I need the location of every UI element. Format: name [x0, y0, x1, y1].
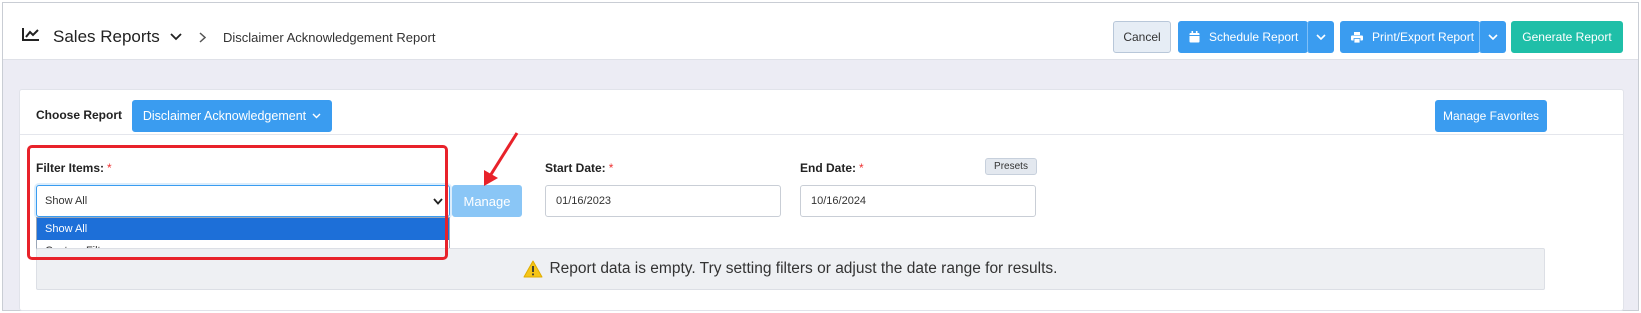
start-date-value: 01/16/2023 — [556, 195, 612, 207]
chevron-down-icon[interactable] — [170, 33, 182, 41]
start-date-label-text: Start Date: — [545, 161, 606, 175]
selected-report-label: Disclaimer Acknowledgement — [142, 109, 307, 123]
manage-filters-label: Manage — [463, 193, 511, 209]
report-panel: Choose Report Disclaimer Acknowledgement… — [19, 89, 1624, 311]
schedule-report-button[interactable]: Schedule Report — [1178, 21, 1308, 53]
end-date-label: End Date: * — [800, 161, 864, 175]
chevron-right-icon — [199, 32, 206, 43]
top-bar: Sales Reports Disclaimer Acknowledgement… — [3, 3, 1638, 60]
panel-divider — [20, 134, 1623, 135]
calendar-icon — [1189, 31, 1200, 43]
filter-option-show-all[interactable]: Show All — [37, 218, 449, 240]
chevron-down-icon — [433, 198, 443, 205]
presets-button[interactable]: Presets — [985, 158, 1037, 175]
manage-favorites-button[interactable]: Manage Favorites — [1435, 100, 1547, 132]
chevron-down-icon — [312, 113, 321, 119]
print-export-report-button[interactable]: Print/Export Report — [1340, 21, 1480, 53]
cancel-button[interactable]: Cancel — [1113, 21, 1171, 53]
chart-line-icon — [22, 28, 39, 41]
manage-filters-button[interactable]: Manage — [452, 185, 522, 217]
start-date-input[interactable]: 01/16/2023 — [545, 185, 781, 217]
chevron-down-icon — [1315, 34, 1326, 40]
chevron-down-icon — [1487, 34, 1498, 40]
end-date-label-text: End Date: — [800, 161, 857, 175]
schedule-report-dropdown-toggle[interactable] — [1307, 21, 1334, 53]
empty-report-message: Report data is empty. Try setting filter… — [549, 260, 1058, 277]
end-date-input[interactable]: 10/16/2024 — [800, 185, 1036, 217]
breadcrumb-current-page: Disclaimer Acknowledgement Report — [223, 30, 436, 45]
filter-items-select[interactable]: Show All — [36, 185, 450, 217]
generate-report-label: Generate Report — [1522, 30, 1612, 44]
generate-report-button[interactable]: Generate Report — [1511, 21, 1623, 53]
print-export-report-label: Print/Export Report — [1372, 30, 1475, 44]
choose-report-label: Choose Report — [36, 108, 123, 122]
required-mark: * — [859, 161, 864, 175]
warning-icon — [523, 260, 543, 278]
required-mark: * — [608, 161, 614, 175]
required-mark: * — [107, 161, 112, 175]
section-title[interactable]: Sales Reports — [53, 27, 160, 47]
choose-report-dropdown[interactable]: Disclaimer Acknowledgement — [132, 100, 332, 132]
app-frame: Sales Reports Disclaimer Acknowledgement… — [2, 2, 1639, 311]
end-date-value: 10/16/2024 — [811, 195, 867, 207]
cancel-button-label: Cancel — [1123, 30, 1161, 44]
filter-items-selected-value: Show All — [45, 195, 88, 207]
filter-items-label: Filter Items: * — [36, 161, 112, 175]
filter-items-label-text: Filter Items: — [36, 161, 105, 175]
print-export-dropdown-toggle[interactable] — [1479, 21, 1506, 53]
schedule-report-label: Schedule Report — [1209, 30, 1299, 44]
manage-favorites-label: Manage Favorites — [1442, 109, 1540, 123]
start-date-label: Start Date: * — [545, 161, 613, 175]
printer-icon — [1351, 31, 1363, 43]
empty-report-notice: Report data is empty. Try setting filter… — [36, 248, 1545, 290]
presets-label: Presets — [994, 161, 1028, 172]
